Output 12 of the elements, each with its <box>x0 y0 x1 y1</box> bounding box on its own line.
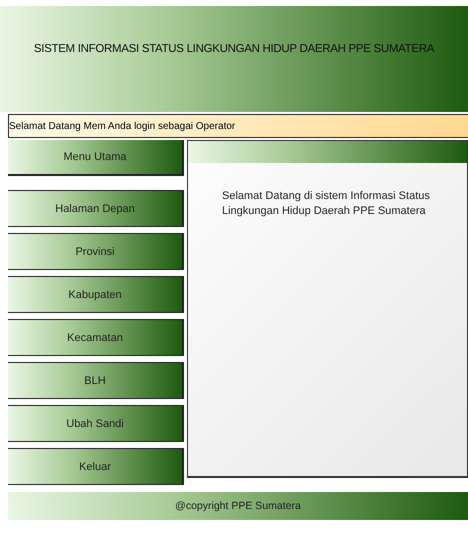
menu-button[interactable]: BLH <box>8 362 184 399</box>
menu-button[interactable]: Kabupaten <box>8 276 184 313</box>
copyright-text: @copyright PPE Sumatera <box>175 500 301 512</box>
menu-button[interactable]: Kecamatan <box>8 319 184 356</box>
menu-button[interactable]: Provinsi <box>8 233 184 270</box>
menu-button[interactable]: Keluar <box>8 448 184 485</box>
welcome-bar: Selamat Datang Mem Anda login sebagai Operator <box>8 114 468 138</box>
welcome-message: Selamat Datang di sistem Informasi Status Lingkungan Hidup Daerah PPE Sumatera <box>222 189 431 220</box>
site-title: SISTEM INFORMASI STATUS LINGKUNGAN HIDUP DAERAH PPE SUMATERA <box>34 43 434 55</box>
menu-button[interactable]: Halaman Depan <box>8 190 184 227</box>
menu-heading: Menu Utama <box>8 140 184 176</box>
menu-button[interactable]: Ubah Sandi <box>8 405 184 442</box>
